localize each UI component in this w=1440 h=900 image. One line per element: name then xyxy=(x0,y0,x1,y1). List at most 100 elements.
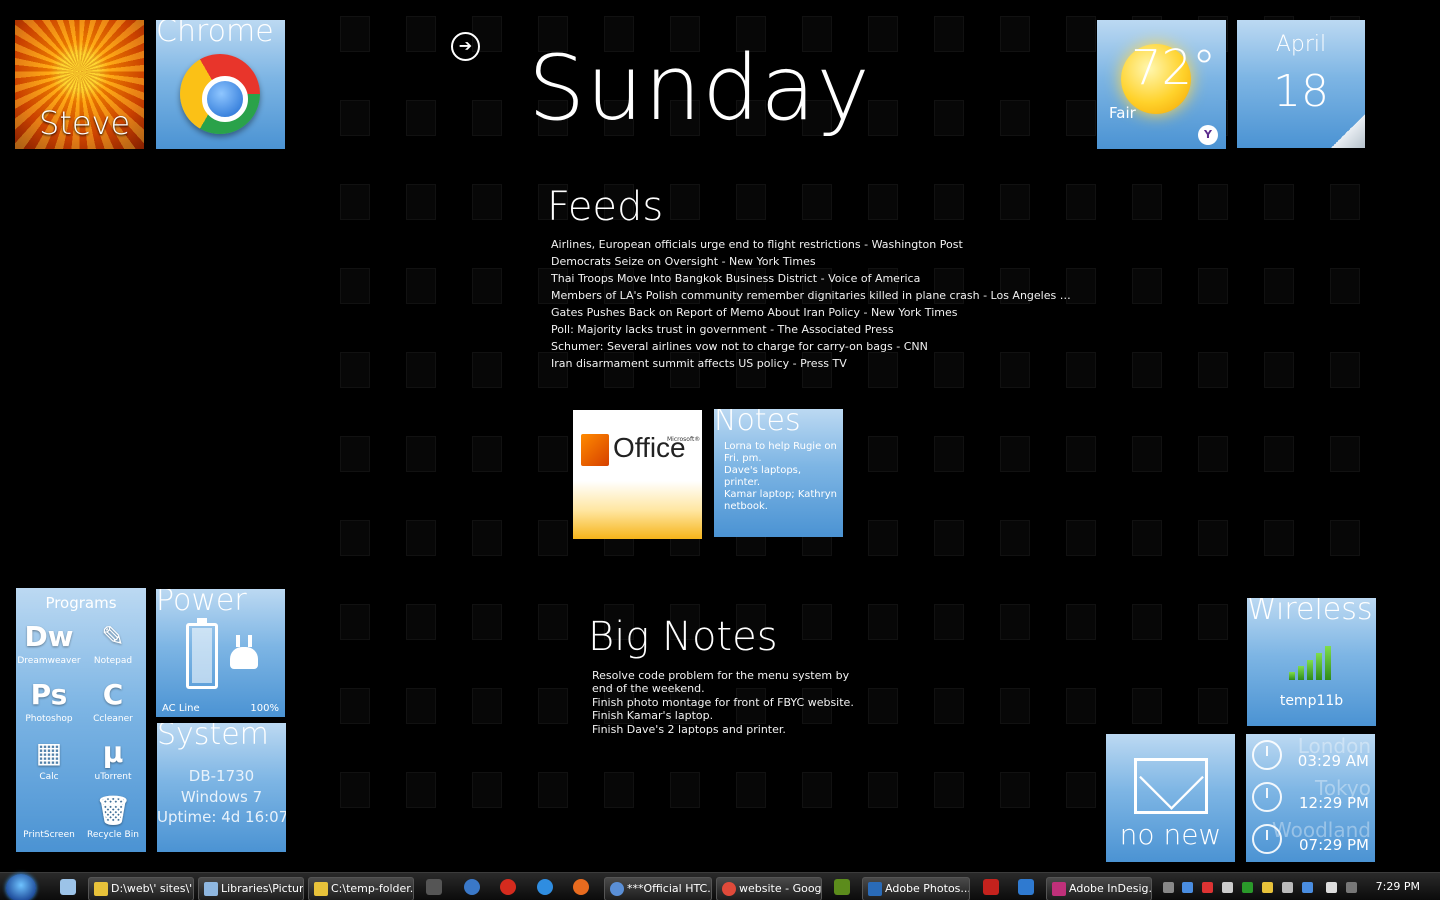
power-tile[interactable]: Power AC Line 100% xyxy=(156,589,285,717)
signal-bar xyxy=(1298,666,1304,680)
weather-tile[interactable]: 72° Fair Y xyxy=(1097,20,1226,149)
start-button[interactable] xyxy=(6,874,36,900)
desktop-icon-ghost xyxy=(1132,604,1162,640)
desktop-icon-ghost xyxy=(472,100,502,136)
show-desktop-icon[interactable] xyxy=(60,879,76,895)
volume-icon[interactable] xyxy=(1326,882,1337,893)
chrome-icon xyxy=(722,882,736,896)
tray-icon[interactable] xyxy=(1163,882,1174,893)
desktop-icon-ghost xyxy=(1066,16,1096,52)
mail-status: no new xyxy=(1119,818,1222,851)
taskbar-button[interactable]: Adobe InDesig... xyxy=(1046,877,1152,900)
taskbar-button[interactable]: C:\temp-folder... xyxy=(308,877,414,900)
opera-icon[interactable] xyxy=(500,879,516,895)
taskbar-button[interactable]: Libraries\Pictur... xyxy=(198,877,304,900)
desktop-icon-ghost xyxy=(934,772,964,808)
browser-icon xyxy=(610,882,624,896)
desktop-icon-ghost xyxy=(472,184,502,220)
library-icon xyxy=(204,882,218,896)
tray-icon[interactable] xyxy=(1182,882,1193,893)
taskbar-button[interactable]: D:\web\' sites\'... xyxy=(88,877,194,900)
utorrent-shortcut[interactable]: μ uTorrent xyxy=(81,734,145,782)
printscreen-shortcut[interactable]: PrintScreen xyxy=(17,792,81,840)
desktop-icon-ghost xyxy=(1264,436,1294,472)
tray-icon[interactable] xyxy=(1282,882,1293,893)
feed-item[interactable]: Democrats Seize on Oversight - New York … xyxy=(551,254,1071,271)
indesign-icon xyxy=(1052,882,1066,896)
desktop-icon-ghost xyxy=(1132,184,1162,220)
feed-item[interactable]: Poll: Majority lacks trust in government… xyxy=(551,322,1071,339)
tray-icon[interactable] xyxy=(1242,882,1253,893)
desktop-icon-ghost xyxy=(868,100,898,136)
wireless-tile[interactable]: Wireless temp11b xyxy=(1247,598,1376,726)
system-clock[interactable]: 7:29 PM xyxy=(1376,880,1420,893)
ccleaner-shortcut[interactable]: C Ccleaner xyxy=(81,676,145,724)
taskbar-button[interactable]: Adobe Photos... xyxy=(862,877,970,900)
desktop-icon-ghost xyxy=(538,772,568,808)
recycle-bin-icon: 🗑 xyxy=(95,794,131,827)
notepad-shortcut[interactable]: ✎ Notepad xyxy=(81,618,145,666)
recycle-bin-shortcut[interactable]: 🗑 Recycle Bin xyxy=(81,792,145,840)
desktop-icon-ghost xyxy=(736,772,766,808)
calc-shortcut[interactable]: ▦ Calc xyxy=(17,734,81,782)
desktop-icon-ghost xyxy=(670,772,700,808)
system-tile[interactable]: System DB-1730 Windows 7 Uptime: 4d 16:0… xyxy=(157,723,286,852)
feed-item[interactable]: Thai Troops Move Into Bangkok Business D… xyxy=(551,271,1071,288)
globe-icon[interactable] xyxy=(464,879,480,895)
signal-bar xyxy=(1316,653,1322,680)
mail-tile[interactable]: no new xyxy=(1106,734,1235,862)
app-icon[interactable] xyxy=(1018,879,1034,895)
user-tile[interactable]: Steve xyxy=(15,20,144,149)
desktop-icon-ghost xyxy=(934,604,964,640)
office-tile[interactable]: Office Microsoft® xyxy=(573,410,702,539)
world-clock-tile[interactable]: London 03:29 AM Tokyo 12:29 PM Woodland … xyxy=(1246,734,1375,862)
feed-item[interactable]: Schumer: Several airlines vow not to cha… xyxy=(551,339,1071,356)
desktop-icon-ghost xyxy=(1066,184,1096,220)
uptime: Uptime: 4d 16:07 xyxy=(157,808,286,826)
desktop-icon-ghost xyxy=(868,16,898,52)
desktop-icon-ghost xyxy=(736,184,766,220)
tray-icon[interactable] xyxy=(1346,882,1357,893)
dreamweaver-shortcut[interactable]: Dw Dreamweaver xyxy=(17,618,81,666)
taskbar-button[interactable]: ***Official HTC... xyxy=(604,877,712,900)
desktop-icon-ghost xyxy=(802,184,832,220)
desktop-icon-ghost xyxy=(934,184,964,220)
clock-time: 12:29 PM xyxy=(1299,794,1369,812)
feed-item[interactable]: Members of LA's Polish community remembe… xyxy=(551,288,1071,305)
cmd-icon[interactable] xyxy=(426,879,442,895)
internet-explorer-icon[interactable] xyxy=(537,879,553,895)
network-icon[interactable] xyxy=(1302,882,1313,893)
feed-item[interactable]: Gates Pushes Back on Report of Memo Abou… xyxy=(551,305,1071,322)
tray-icon[interactable] xyxy=(1262,882,1273,893)
desktop-icon-ghost xyxy=(538,436,568,472)
desktop-icon-ghost xyxy=(340,688,370,724)
calendar-tile[interactable]: April 18 xyxy=(1237,20,1365,148)
desktop-icon-ghost xyxy=(472,352,502,388)
desktop-icon-ghost xyxy=(1000,604,1030,640)
photoshop-icon: Ps xyxy=(30,678,68,711)
taskbar-button[interactable]: website - Goog... xyxy=(716,877,822,900)
tray-icon[interactable] xyxy=(1202,882,1213,893)
desktop-icon-ghost xyxy=(1330,436,1360,472)
desktop-icon-ghost xyxy=(1198,688,1228,724)
notepad-icon: ✎ xyxy=(101,620,125,653)
firefox-icon[interactable] xyxy=(573,879,589,895)
desktop-icon-ghost xyxy=(868,688,898,724)
dreamweaver-icon[interactable] xyxy=(834,879,850,895)
notes-body: Lorna to help Rugie on Fri. pm. Dave's l… xyxy=(724,441,837,512)
programs-title: Programs xyxy=(45,594,117,612)
feed-item[interactable]: Airlines, European officials urge end to… xyxy=(551,237,1071,254)
calculator-icon: ▦ xyxy=(35,736,63,769)
tray-icon[interactable] xyxy=(1222,882,1233,893)
desktop-icon-ghost xyxy=(868,436,898,472)
desktop-icon-ghost xyxy=(340,520,370,556)
desktop-icon-ghost xyxy=(1066,772,1096,808)
chrome-tile[interactable]: Chrome xyxy=(156,20,285,149)
photoshop-shortcut[interactable]: Ps Photoshop xyxy=(17,676,81,724)
desktop-icon-ghost xyxy=(868,772,898,808)
envelope-icon xyxy=(1134,758,1208,814)
notes-tile[interactable]: Notes Lorna to help Rugie on Fri. pm. Da… xyxy=(714,409,843,537)
next-arrow-button[interactable]: ➔ xyxy=(451,32,480,61)
feed-item[interactable]: Iran disarmament summit affects US polic… xyxy=(551,356,1071,373)
filezilla-icon[interactable] xyxy=(983,879,999,895)
